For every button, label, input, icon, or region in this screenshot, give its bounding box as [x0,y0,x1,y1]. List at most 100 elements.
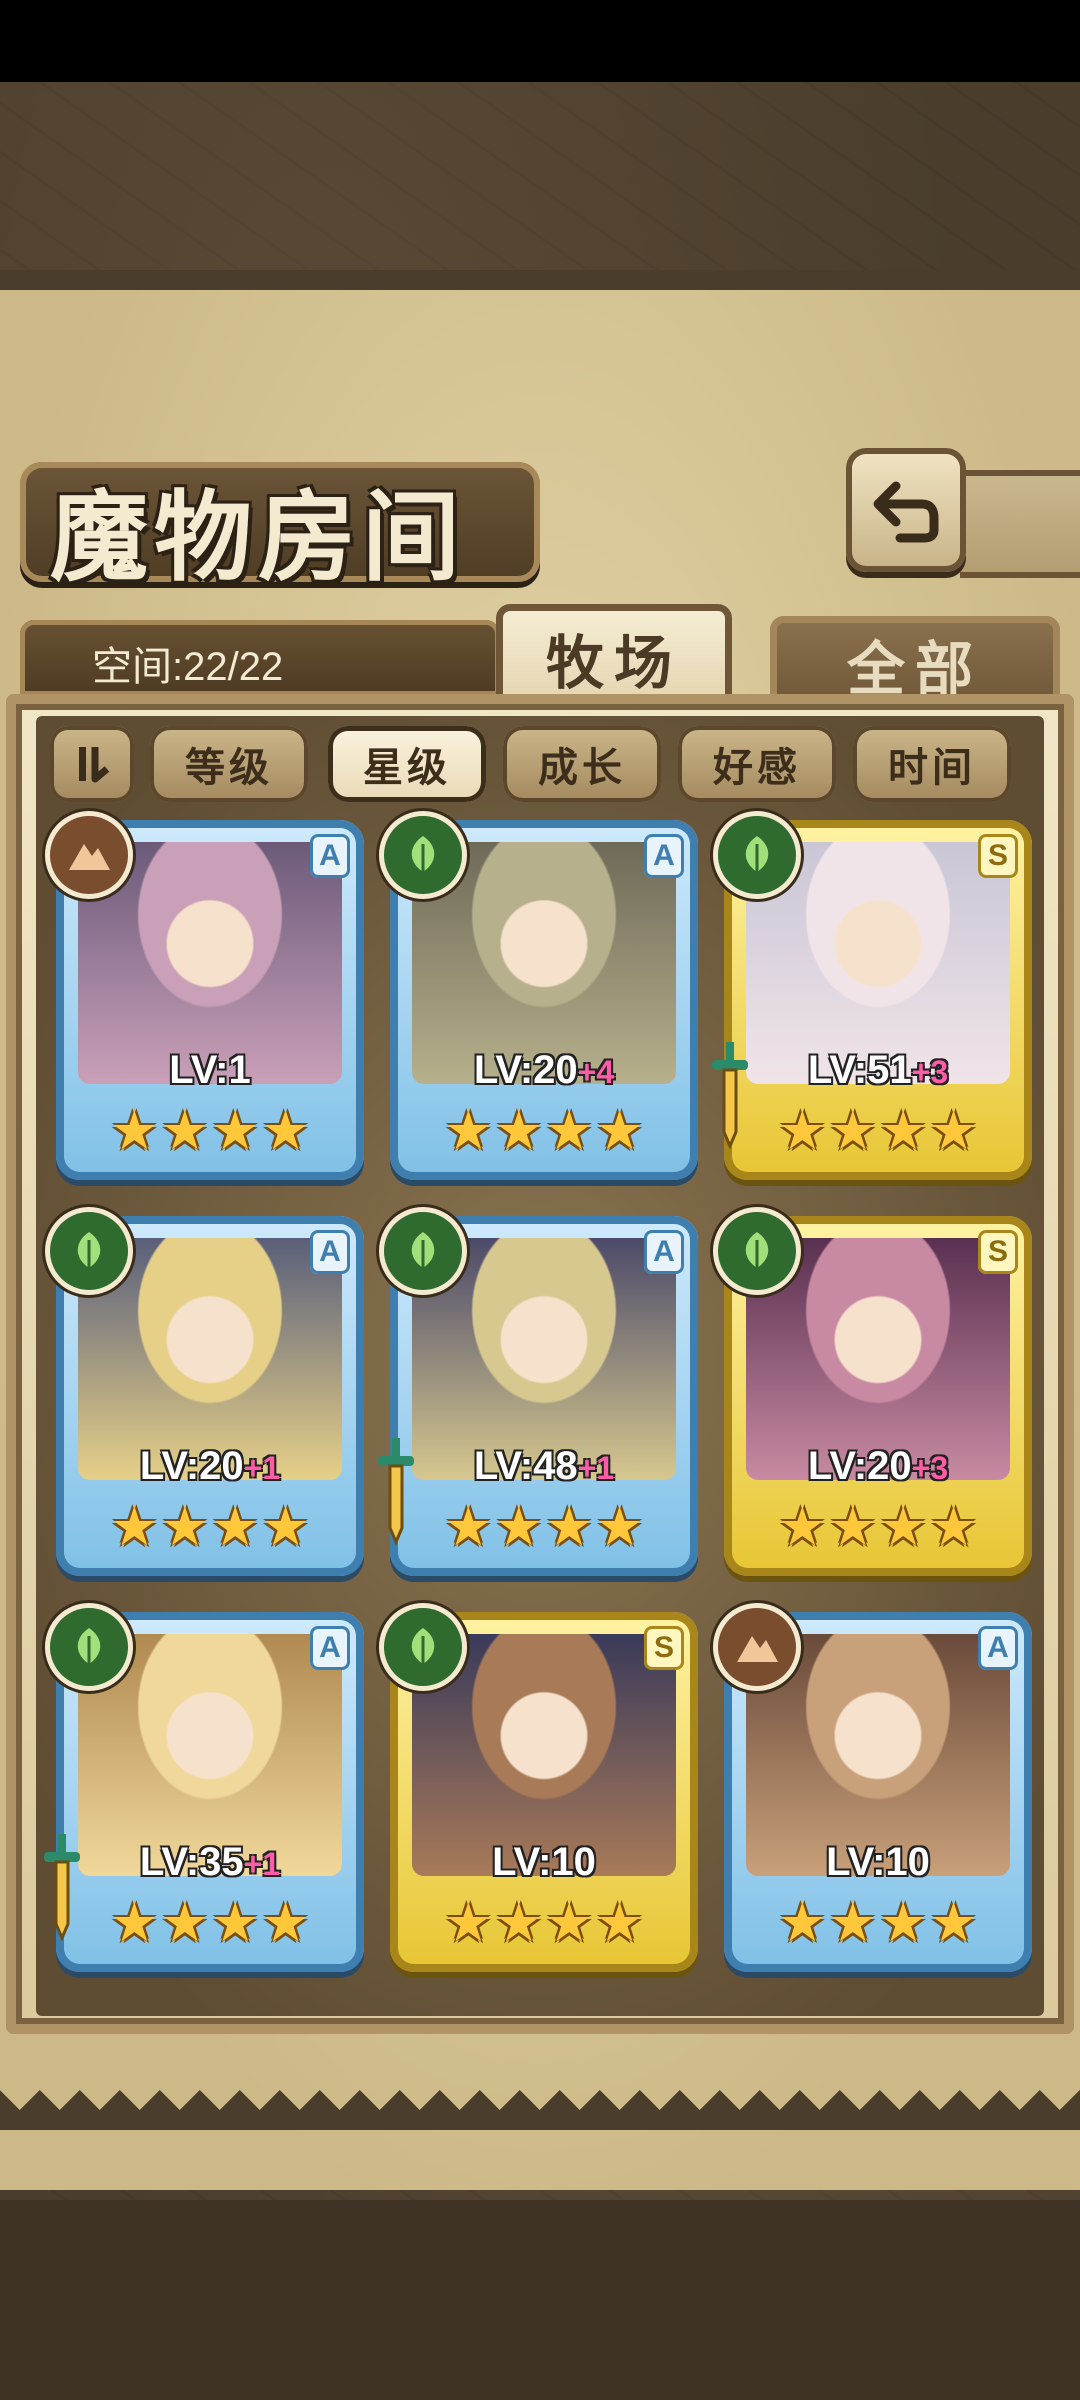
rank-tag: A [978,1626,1018,1670]
level-bonus: +4 [577,1054,615,1090]
star-icon: ★ [261,1893,310,1953]
sort-button-level[interactable]: 等级 [150,726,308,802]
star-icon: ★ [828,1101,877,1161]
page-title: 魔物房间 [50,480,467,595]
star-rating: ★ ★ ★ ★ [110,1100,310,1162]
rank-tag: A [310,834,350,878]
star-rating: ★ ★ ★ ★ [444,1100,644,1162]
level-text: LV:20 [473,1048,578,1092]
level-text: LV:35 [139,1840,244,1884]
star-icon: ★ [444,1497,493,1557]
star-icon: ★ [160,1101,209,1161]
star-icon: ★ [110,1497,159,1557]
leaf-element-icon [50,1212,128,1290]
star-icon: ★ [595,1497,644,1557]
star-icon: ★ [110,1893,159,1953]
monster-level: LV:20+4 [390,1048,698,1093]
monster-level: LV:20+1 [56,1444,364,1489]
monster-card[interactable]: A LV:20+4 ★ ★ ★ ★ [384,816,698,1180]
level-text: LV:20 [807,1444,912,1488]
star-icon: ★ [778,1497,827,1557]
level-text: LV:10 [492,1840,596,1884]
monster-level: LV:10 [390,1840,698,1885]
sort-button-growth[interactable]: 成长 [503,726,661,802]
level-text: LV:51 [807,1048,912,1092]
leaf-element-icon [384,1608,462,1686]
monster-card[interactable]: A LV:20+1 ★ ★ ★ ★ [50,1212,364,1576]
star-icon: ★ [929,1101,978,1161]
level-bonus: +1 [243,1846,281,1882]
sort-button-time[interactable]: 时间 [853,726,1011,802]
leaf-element-icon [384,1212,462,1290]
star-icon: ★ [160,1893,209,1953]
star-icon: ★ [879,1497,928,1557]
leaf-element-icon [718,1212,796,1290]
star-rating: ★ ★ ★ ★ [110,1496,310,1558]
star-icon: ★ [879,1893,928,1953]
star-icon: ★ [929,1893,978,1953]
back-button[interactable] [846,448,966,572]
star-rating: ★ ★ ★ ★ [778,1100,978,1162]
star-icon: ★ [545,1101,594,1161]
monster-level: LV:20+3 [724,1444,1032,1489]
rank-tag: A [310,1230,350,1274]
level-bonus: +1 [577,1450,615,1486]
star-icon: ★ [778,1893,827,1953]
rank-tag: S [978,1230,1018,1274]
star-icon: ★ [545,1497,594,1557]
monster-card[interactable]: A LV:35+1 ★ ★ ★ ★ [44,1608,364,1972]
star-rating: ★ ★ ★ ★ [778,1496,978,1558]
monster-card[interactable]: S LV:20+3 ★ ★ ★ ★ [718,1212,1032,1576]
level-bonus: +3 [911,1450,949,1486]
monster-card[interactable]: A LV:1 ★ ★ ★ ★ [50,816,364,1180]
star-icon: ★ [778,1101,827,1161]
monster-level: LV:48+1 [390,1444,698,1489]
star-icon: ★ [211,1893,260,1953]
monster-level: LV:35+1 [56,1840,364,1885]
sort-order-toggle[interactable] [50,726,134,802]
back-button-rail [960,470,1080,578]
star-icon: ★ [494,1497,543,1557]
star-rating: ★ ★ ★ ★ [110,1892,310,1954]
back-arrow-icon [873,481,939,543]
monster-card[interactable]: A LV:10 ★ ★ ★ ★ [718,1608,1032,1972]
star-icon: ★ [545,1893,594,1953]
sort-button-star[interactable]: 星级 [328,726,486,802]
level-text: LV:48 [473,1444,578,1488]
rank-tag: A [310,1626,350,1670]
star-icon: ★ [595,1101,644,1161]
rank-tag: A [644,1230,684,1274]
star-icon: ★ [160,1497,209,1557]
star-icon: ★ [494,1101,543,1161]
rank-tag: A [644,834,684,878]
level-text: LV:1 [169,1048,251,1092]
monster-level: LV:51+3 [724,1048,1032,1093]
star-icon: ★ [444,1101,493,1161]
mountain-element-icon [718,1608,796,1686]
level-text: LV:20 [139,1444,244,1488]
level-bonus: +3 [911,1054,949,1090]
star-icon: ★ [879,1101,928,1161]
bottom-background [0,2200,1080,2400]
star-icon: ★ [211,1101,260,1161]
status-bar [0,0,1080,82]
monster-card[interactable]: S LV:51+3 ★ ★ ★ ★ [712,816,1032,1180]
star-rating: ★ ★ ★ ★ [444,1892,644,1954]
capacity-label: 空间:22/22 [92,645,284,689]
star-icon: ★ [261,1101,310,1161]
star-icon: ★ [110,1101,159,1161]
sort-order-icon [79,747,110,783]
star-rating: ★ ★ ★ ★ [444,1496,644,1558]
sort-button-affection[interactable]: 好感 [678,726,836,802]
mountain-element-icon [50,816,128,894]
leaf-element-icon [50,1608,128,1686]
leaf-element-icon [384,816,462,894]
leaf-element-icon [718,816,796,894]
monster-card[interactable]: A LV:48+1 ★ ★ ★ ★ [378,1212,698,1576]
star-icon: ★ [828,1893,877,1953]
rank-tag: S [644,1626,684,1670]
parchment-edge-bottom [0,2090,1080,2130]
star-icon: ★ [494,1893,543,1953]
star-icon: ★ [444,1893,493,1953]
monster-card[interactable]: S LV:10 ★ ★ ★ ★ [384,1608,698,1972]
